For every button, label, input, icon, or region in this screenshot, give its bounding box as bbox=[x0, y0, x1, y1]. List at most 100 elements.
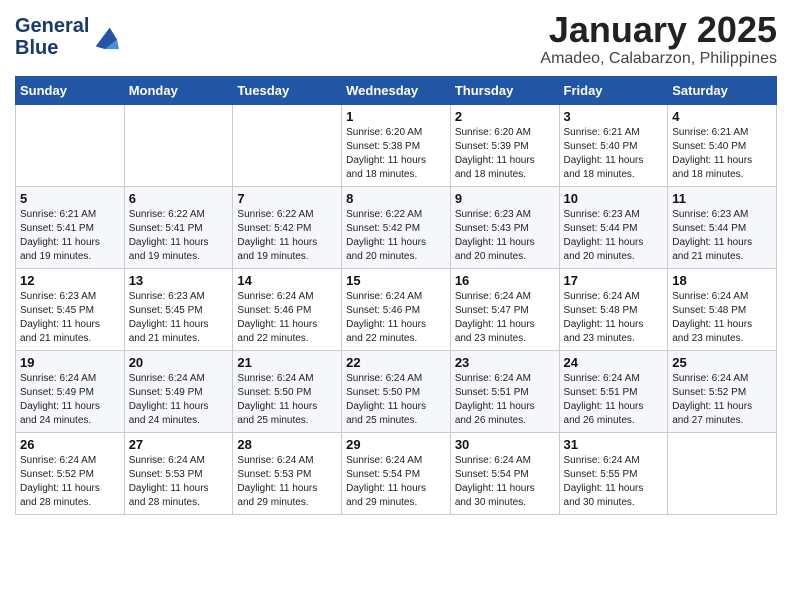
calendar-cell: 23 Sunrise: 6:24 AM Sunset: 5:51 PM Dayli… bbox=[450, 350, 559, 432]
calendar-cell: 20 Sunrise: 6:24 AM Sunset: 5:49 PM Dayli… bbox=[124, 350, 233, 432]
weekday-header-friday: Friday bbox=[559, 76, 668, 104]
day-info: Sunrise: 6:24 AM Sunset: 5:50 PM Dayligh… bbox=[346, 372, 446, 428]
calendar-cell: 18Sunrise: 6:24 AM Sunset: 5:48 PM Dayli… bbox=[668, 268, 777, 350]
calendar-subtitle: Amadeo, Calabarzon, Philippines bbox=[540, 50, 777, 68]
day-number: 14 bbox=[237, 273, 337, 288]
day-info: Sunrise: 6:21 AM Sunset: 5:40 PM Dayligh… bbox=[564, 126, 664, 182]
day-number: 8 bbox=[346, 191, 446, 206]
day-info: Sunrise: 6:24 AM Sunset: 5:53 PM Dayligh… bbox=[129, 454, 229, 510]
day-number: 11 bbox=[672, 191, 772, 206]
day-info: Sunrise: 6:24 AM Sunset: 5:51 PM Dayligh… bbox=[455, 372, 555, 428]
day-number: 19 bbox=[20, 355, 120, 370]
day-number: 15 bbox=[346, 273, 446, 288]
day-info: Sunrise: 6:22 AM Sunset: 5:42 PM Dayligh… bbox=[237, 208, 337, 264]
calendar-cell: 8 Sunrise: 6:22 AM Sunset: 5:42 PM Daylig… bbox=[342, 186, 451, 268]
day-number: 30 bbox=[455, 437, 555, 452]
day-number: 13 bbox=[129, 273, 229, 288]
day-number: 16 bbox=[455, 273, 555, 288]
title-block: January 2025 Amadeo, Calabarzon, Philipp… bbox=[540, 10, 777, 68]
day-info: Sunrise: 6:23 AM Sunset: 5:43 PM Dayligh… bbox=[455, 208, 555, 264]
day-info: Sunrise: 6:24 AM Sunset: 5:49 PM Dayligh… bbox=[129, 372, 229, 428]
logo: GeneralBlue bbox=[15, 15, 119, 59]
calendar-title: January 2025 bbox=[540, 10, 777, 50]
logo-icon bbox=[91, 23, 119, 51]
day-number: 31 bbox=[564, 437, 664, 452]
day-info: Sunrise: 6:24 AM Sunset: 5:46 PM Dayligh… bbox=[346, 290, 446, 346]
day-info: Sunrise: 6:20 AM Sunset: 5:39 PM Dayligh… bbox=[455, 126, 555, 182]
day-number: 27 bbox=[129, 437, 229, 452]
calendar-week-row: 12 Sunrise: 6:23 AM Sunset: 5:45 PM Dayli… bbox=[16, 268, 777, 350]
day-number: 5 bbox=[20, 191, 120, 206]
calendar-cell bbox=[233, 104, 342, 186]
day-number: 2 bbox=[455, 109, 555, 124]
calendar-cell: 3 Sunrise: 6:21 AM Sunset: 5:40 PM Daylig… bbox=[559, 104, 668, 186]
day-info: Sunrise: 6:24 AM Sunset: 5:46 PM Dayligh… bbox=[237, 290, 337, 346]
day-number: 1 bbox=[346, 109, 446, 124]
day-number: 7 bbox=[237, 191, 337, 206]
day-number: 12 bbox=[20, 273, 120, 288]
calendar-cell: 2 Sunrise: 6:20 AM Sunset: 5:39 PM Daylig… bbox=[450, 104, 559, 186]
day-number: 20 bbox=[129, 355, 229, 370]
calendar-week-row: 1Sunrise: 6:20 AM Sunset: 5:38 PM Daylig… bbox=[16, 104, 777, 186]
day-number: 26 bbox=[20, 437, 120, 452]
day-info: Sunrise: 6:24 AM Sunset: 5:55 PM Dayligh… bbox=[564, 454, 664, 510]
weekday-header-row: SundayMondayTuesdayWednesdayThursdayFrid… bbox=[16, 76, 777, 104]
calendar-week-row: 5Sunrise: 6:21 AM Sunset: 5:41 PM Daylig… bbox=[16, 186, 777, 268]
calendar-cell: 10Sunrise: 6:23 AM Sunset: 5:44 PM Dayli… bbox=[559, 186, 668, 268]
calendar-cell: 25 Sunrise: 6:24 AM Sunset: 5:52 PM Dayli… bbox=[668, 350, 777, 432]
day-number: 17 bbox=[564, 273, 664, 288]
calendar-cell: 11 Sunrise: 6:23 AM Sunset: 5:44 PM Dayli… bbox=[668, 186, 777, 268]
day-number: 10 bbox=[564, 191, 664, 206]
day-info: Sunrise: 6:24 AM Sunset: 5:49 PM Dayligh… bbox=[20, 372, 120, 428]
page-header: GeneralBlue January 2025 Amadeo, Calabar… bbox=[15, 10, 777, 68]
day-info: Sunrise: 6:24 AM Sunset: 5:47 PM Dayligh… bbox=[455, 290, 555, 346]
day-info: Sunrise: 6:22 AM Sunset: 5:42 PM Dayligh… bbox=[346, 208, 446, 264]
calendar-cell: 9 Sunrise: 6:23 AM Sunset: 5:43 PM Daylig… bbox=[450, 186, 559, 268]
day-number: 21 bbox=[237, 355, 337, 370]
calendar-cell: 22 Sunrise: 6:24 AM Sunset: 5:50 PM Dayli… bbox=[342, 350, 451, 432]
day-number: 29 bbox=[346, 437, 446, 452]
day-info: Sunrise: 6:21 AM Sunset: 5:40 PM Dayligh… bbox=[672, 126, 772, 182]
calendar-cell bbox=[16, 104, 125, 186]
weekday-header-wednesday: Wednesday bbox=[342, 76, 451, 104]
calendar-cell: 28Sunrise: 6:24 AM Sunset: 5:53 PM Dayli… bbox=[233, 432, 342, 514]
day-info: Sunrise: 6:24 AM Sunset: 5:51 PM Dayligh… bbox=[564, 372, 664, 428]
calendar-cell: 26 Sunrise: 6:24 AM Sunset: 5:52 PM Dayli… bbox=[16, 432, 125, 514]
day-info: Sunrise: 6:23 AM Sunset: 5:44 PM Dayligh… bbox=[672, 208, 772, 264]
calendar-cell: 29 Sunrise: 6:24 AM Sunset: 5:54 PM Dayli… bbox=[342, 432, 451, 514]
logo-text: GeneralBlue bbox=[15, 15, 89, 59]
day-number: 9 bbox=[455, 191, 555, 206]
weekday-header-sunday: Sunday bbox=[16, 76, 125, 104]
day-info: Sunrise: 6:24 AM Sunset: 5:54 PM Dayligh… bbox=[455, 454, 555, 510]
day-info: Sunrise: 6:24 AM Sunset: 5:53 PM Dayligh… bbox=[237, 454, 337, 510]
day-number: 23 bbox=[455, 355, 555, 370]
day-info: Sunrise: 6:23 AM Sunset: 5:45 PM Dayligh… bbox=[20, 290, 120, 346]
weekday-header-saturday: Saturday bbox=[668, 76, 777, 104]
calendar-cell: 16 Sunrise: 6:24 AM Sunset: 5:47 PM Dayli… bbox=[450, 268, 559, 350]
day-number: 22 bbox=[346, 355, 446, 370]
calendar-cell: 6 Sunrise: 6:22 AM Sunset: 5:41 PM Daylig… bbox=[124, 186, 233, 268]
day-info: Sunrise: 6:24 AM Sunset: 5:52 PM Dayligh… bbox=[672, 372, 772, 428]
weekday-header-monday: Monday bbox=[124, 76, 233, 104]
weekday-header-thursday: Thursday bbox=[450, 76, 559, 104]
day-info: Sunrise: 6:23 AM Sunset: 5:45 PM Dayligh… bbox=[129, 290, 229, 346]
day-info: Sunrise: 6:22 AM Sunset: 5:41 PM Dayligh… bbox=[129, 208, 229, 264]
calendar-cell: 31 Sunrise: 6:24 AM Sunset: 5:55 PM Dayli… bbox=[559, 432, 668, 514]
calendar-cell: 14 Sunrise: 6:24 AM Sunset: 5:46 PM Dayli… bbox=[233, 268, 342, 350]
calendar-cell: 21 Sunrise: 6:24 AM Sunset: 5:50 PM Dayli… bbox=[233, 350, 342, 432]
calendar-cell: 7 Sunrise: 6:22 AM Sunset: 5:42 PM Daylig… bbox=[233, 186, 342, 268]
calendar-cell bbox=[668, 432, 777, 514]
calendar-cell: 12 Sunrise: 6:23 AM Sunset: 5:45 PM Dayli… bbox=[16, 268, 125, 350]
calendar-cell: 4Sunrise: 6:21 AM Sunset: 5:40 PM Daylig… bbox=[668, 104, 777, 186]
day-info: Sunrise: 6:24 AM Sunset: 5:50 PM Dayligh… bbox=[237, 372, 337, 428]
calendar-week-row: 19 Sunrise: 6:24 AM Sunset: 5:49 PM Dayli… bbox=[16, 350, 777, 432]
day-number: 6 bbox=[129, 191, 229, 206]
day-number: 18 bbox=[672, 273, 772, 288]
day-info: Sunrise: 6:24 AM Sunset: 5:54 PM Dayligh… bbox=[346, 454, 446, 510]
calendar-cell: 13 Sunrise: 6:23 AM Sunset: 5:45 PM Dayli… bbox=[124, 268, 233, 350]
calendar-cell: 15 Sunrise: 6:24 AM Sunset: 5:46 PM Dayli… bbox=[342, 268, 451, 350]
day-number: 3 bbox=[564, 109, 664, 124]
day-number: 25 bbox=[672, 355, 772, 370]
calendar-cell: 27 Sunrise: 6:24 AM Sunset: 5:53 PM Dayli… bbox=[124, 432, 233, 514]
day-info: Sunrise: 6:24 AM Sunset: 5:52 PM Dayligh… bbox=[20, 454, 120, 510]
